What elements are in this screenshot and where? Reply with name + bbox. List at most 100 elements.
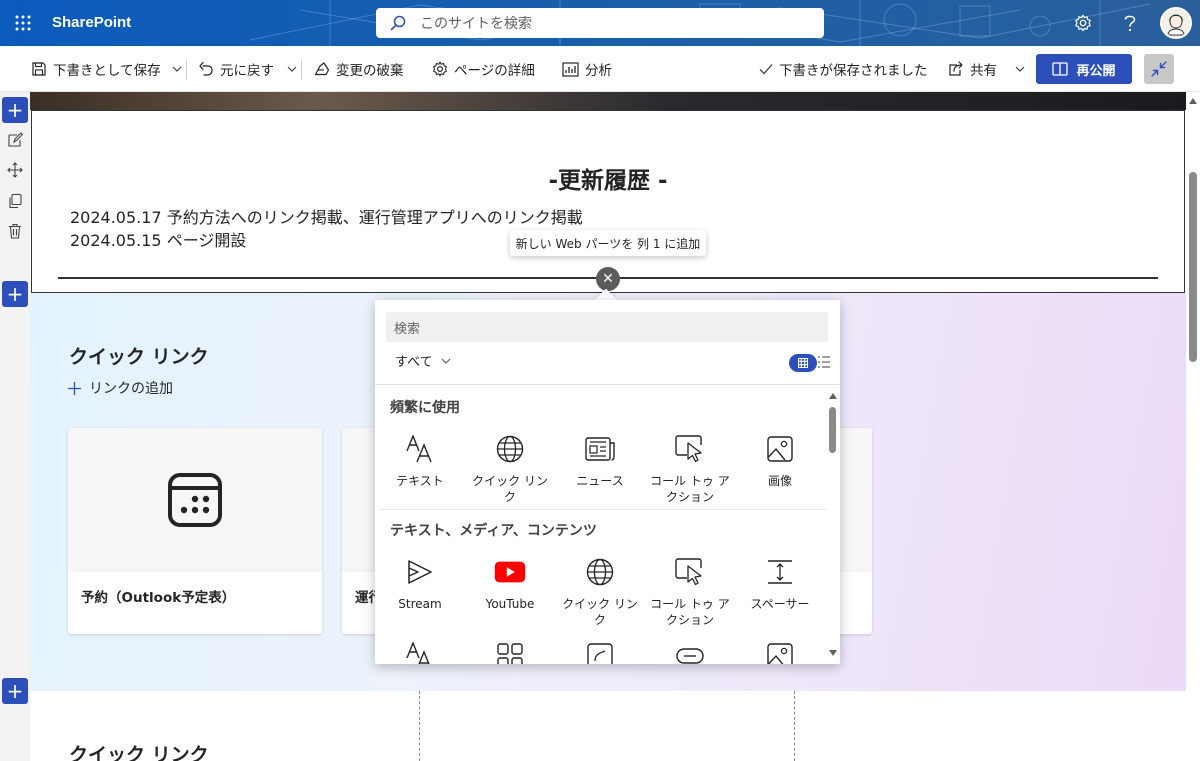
- filter-dropdown[interactable]: すべて: [395, 351, 451, 370]
- webpart-name: クイック リンク: [472, 474, 548, 504]
- collapse-toolbar-button[interactable]: [1144, 54, 1174, 84]
- saved-status: 下書きが保存されました: [759, 46, 928, 92]
- eraser-icon: [314, 62, 330, 76]
- webpart-text[interactable]: テキスト: [375, 433, 465, 489]
- history-title: -更新履歴 -: [548, 168, 668, 194]
- webpart-news[interactable]: ニュース: [555, 433, 645, 489]
- quick-links-title: クイック リンク: [69, 744, 209, 761]
- grid-view-toggle[interactable]: [789, 354, 817, 372]
- app-name[interactable]: SharePoint: [52, 14, 131, 31]
- webpart-stream[interactable]: Stream: [375, 556, 465, 612]
- card-label: 予約（Outlook予定表）: [81, 590, 236, 606]
- close-toolbox-button[interactable]: ✕: [596, 267, 620, 291]
- globe-icon: [494, 433, 526, 465]
- webpart-partial[interactable]: [735, 640, 825, 664]
- category-title: 頻繁に使用: [390, 400, 460, 416]
- scroll-down-icon[interactable]: [829, 650, 837, 656]
- save-draft-label: 下書きとして保存: [53, 63, 161, 79]
- avatar[interactable]: [1160, 7, 1192, 39]
- globe-icon: [584, 556, 616, 588]
- chart-icon: [562, 61, 579, 77]
- undo-options-chevron-down-icon[interactable]: [287, 46, 297, 92]
- category-title: テキスト、メディア、コンテンツ: [390, 523, 597, 539]
- hero-image: [30, 92, 1186, 110]
- checkmark-icon: [759, 64, 773, 75]
- webpart-quick-links[interactable]: クイック リンク: [465, 433, 555, 505]
- collapse-icon: [1151, 61, 1167, 77]
- image-icon: [764, 433, 796, 465]
- suite-bar: SharePoint このサイトを検索: [0, 0, 1200, 46]
- scroll-up-icon[interactable]: [829, 393, 837, 399]
- site-search-input[interactable]: このサイトを検索: [376, 8, 824, 38]
- edit-section-icon[interactable]: [4, 129, 26, 151]
- share-button[interactable]: 共有: [948, 46, 1025, 92]
- webpart-name: ニュース: [576, 474, 624, 488]
- share-label: 共有: [970, 63, 997, 79]
- text-icon: [404, 433, 436, 465]
- page-scrollbar[interactable]: [1186, 92, 1200, 761]
- undo-button[interactable]: 元に戻す: [198, 46, 274, 92]
- quick-links-title: クイック リンク: [69, 346, 209, 368]
- help-icon[interactable]: [1110, 0, 1150, 46]
- save-options-chevron-down-icon[interactable]: [172, 46, 182, 92]
- add-webpart-tooltip: 新しい Web パーツを 列 1 に追加: [510, 230, 706, 256]
- filter-label: すべて: [395, 355, 433, 370]
- analytics-label: 分析: [585, 63, 612, 79]
- webpart-name: クイック リンク: [562, 597, 638, 627]
- webpart-name: 画像: [767, 474, 792, 488]
- webpart-toolbox: 検索 すべて 頻繁に使用 テキスト クイック リンク ニュース コール トゥ ア…: [375, 300, 840, 664]
- webpart-name: YouTube: [485, 597, 535, 611]
- webpart-quick-links[interactable]: クイック リンク: [555, 556, 645, 628]
- scrollbar-thumb[interactable]: [1189, 172, 1197, 362]
- add-section-button[interactable]: +: [2, 678, 28, 704]
- stream-icon: [404, 556, 436, 588]
- webpart-partial[interactable]: [555, 640, 645, 664]
- toolbox-search-placeholder: 検索: [394, 321, 421, 337]
- settings-icon[interactable]: [1063, 0, 1103, 46]
- book-open-icon: [1052, 62, 1069, 76]
- scrollbar-thumb[interactable]: [829, 407, 836, 453]
- trash-icon[interactable]: [4, 220, 26, 242]
- webpart-name: スペーサー: [750, 597, 810, 611]
- webpart-youtube[interactable]: YouTube: [465, 556, 555, 612]
- quick-link-card[interactable]: 予約（Outlook予定表）: [68, 428, 322, 634]
- call-to-action-icon: [674, 433, 706, 465]
- card-image: [68, 428, 322, 572]
- webpart-partial[interactable]: [375, 640, 465, 664]
- saved-status-label: 下書きが保存されました: [779, 63, 928, 79]
- duplicate-icon[interactable]: [4, 190, 26, 212]
- grid-icon: [798, 358, 808, 368]
- column-divider: [419, 691, 420, 761]
- republish-button[interactable]: 再公開: [1036, 54, 1132, 84]
- webpart-partial[interactable]: [645, 640, 735, 664]
- chevron-down-icon: [441, 358, 451, 364]
- site-search-placeholder: このサイトを検索: [420, 16, 532, 32]
- divider: [186, 60, 187, 80]
- add-link-button[interactable]: リンクの追加: [68, 378, 173, 398]
- webpart-call-to-action[interactable]: コール トゥ アクション: [645, 433, 735, 505]
- add-section-button[interactable]: +: [2, 281, 28, 307]
- spacer-icon: [764, 556, 796, 588]
- toolbox-search-input[interactable]: 検索: [386, 312, 828, 342]
- analytics-button[interactable]: 分析: [562, 46, 612, 92]
- webpart-name: コール トゥ アクション: [650, 597, 730, 627]
- add-section-button[interactable]: +: [2, 97, 28, 123]
- toolbox-scrollbar[interactable]: [827, 385, 840, 664]
- webpart-partial[interactable]: [465, 640, 555, 664]
- history-section[interactable]: -更新履歴 - 2024.05.17 予約方法へのリンク掲載、運行管理アプリへの…: [31, 110, 1185, 293]
- chevron-down-icon: [1015, 66, 1025, 72]
- history-line: 2024.05.15 ページ開設: [70, 231, 247, 250]
- scroll-up-icon[interactable]: [1189, 98, 1197, 104]
- discard-changes-label: 変更の破棄: [336, 63, 404, 79]
- discard-changes-button[interactable]: 変更の破棄: [314, 46, 404, 92]
- save-draft-button[interactable]: 下書きとして保存: [31, 46, 161, 92]
- image-icon: [764, 640, 796, 664]
- webpart-spacer[interactable]: スペーサー: [735, 556, 825, 612]
- page-details-button[interactable]: ページの詳細: [432, 46, 535, 92]
- list-view-icon[interactable]: [817, 355, 831, 373]
- waffle-icon[interactable]: [0, 0, 46, 46]
- webpart-call-to-action[interactable]: コール トゥ アクション: [645, 556, 735, 628]
- move-icon[interactable]: [4, 159, 26, 181]
- calendar-icon: [168, 473, 222, 527]
- webpart-image[interactable]: 画像: [735, 433, 825, 489]
